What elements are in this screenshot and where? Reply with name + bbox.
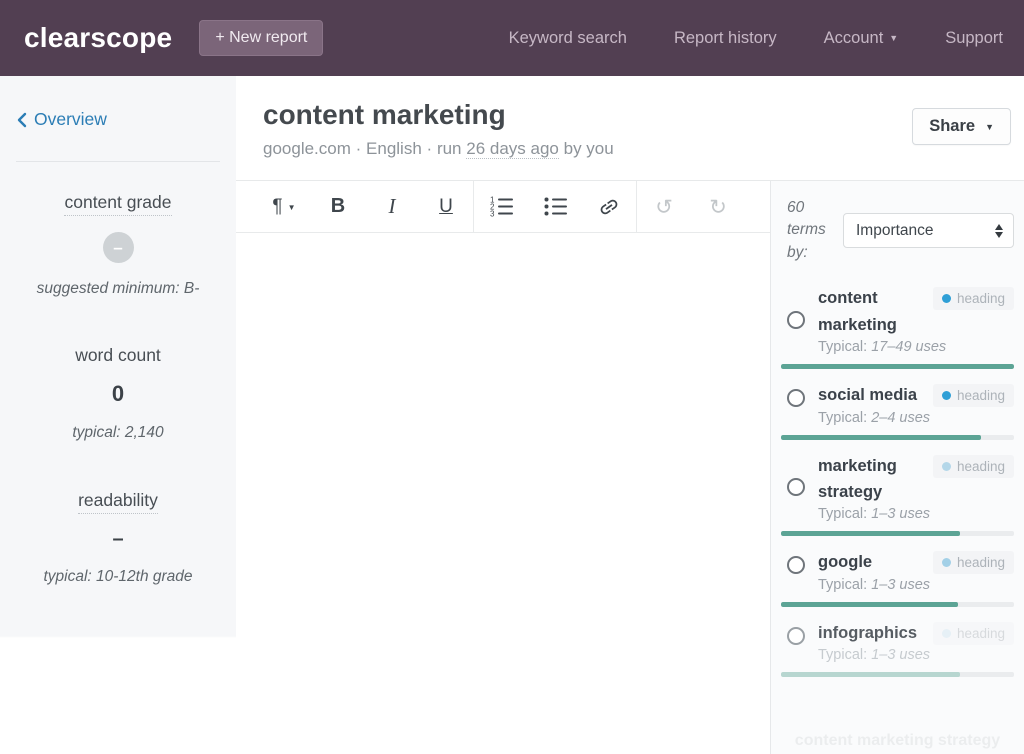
term-radio[interactable] [787,478,805,496]
term-importance-bar [781,435,1014,440]
terms-list: content marketing heading Typical: 17–49… [781,285,1014,677]
link-icon [598,196,620,218]
back-to-overview-link[interactable]: Overview [16,109,107,130]
heading-badge: heading [933,455,1014,478]
term-importance-bar [781,602,1014,607]
terms-panel: 60 terms by: Importance content marketi [770,181,1024,754]
nav-report-history[interactable]: Report history [674,29,777,48]
heading-dot-icon [942,462,951,471]
svg-text:3: 3 [490,210,495,218]
word-count-metric: word count 0 typical: 2,140 [20,345,216,442]
chevron-down-icon: ▼ [889,33,898,43]
content-grade-value: – [103,232,134,263]
paragraph-style-button[interactable]: ¶ ▼ [257,181,311,232]
term-importance-bar [781,672,1014,677]
metrics-list: content grade – suggested minimum: B- wo… [0,192,236,586]
readability-value: – [20,528,216,551]
term-typical: Typical: 2–4 uses [818,410,1014,426]
term-row[interactable]: social media heading Typical: 2–4 uses [781,382,1014,439]
terms-count-label: 60 terms by: [787,197,834,264]
sort-arrows-icon [995,224,1003,238]
content-grade-metric: content grade – suggested minimum: B- [20,192,216,298]
report-language: English [366,139,422,158]
content-grade-label[interactable]: content grade [64,192,171,216]
term-row[interactable]: content marketing heading Typical: 17–49… [781,285,1014,369]
report-domain: google.com [263,139,351,158]
word-count-note: typical: 2,140 [20,424,216,442]
terms-panel-header: 60 terms by: Importance [781,197,1014,264]
heading-dot-icon [942,629,951,638]
term-name: infographics [818,620,927,646]
term-name: social media [818,382,927,408]
term-row[interactable]: marketing strategy heading Typical: 1–3 … [781,453,1014,537]
redo-button[interactable]: ↻ [691,181,745,232]
main-area: content marketing google.com · English ·… [236,76,1024,754]
word-count-label: word count [75,345,161,366]
term-typical: Typical: 1–3 uses [818,577,1014,593]
editor-column: ¶ ▼ B I U 1 2 3 [236,181,770,754]
chevron-down-icon: ▼ [985,122,994,132]
nav-keyword-search[interactable]: Keyword search [509,29,627,48]
share-button[interactable]: Share ▼ [912,108,1011,145]
sidebar-divider [16,161,220,162]
term-name: content marketing [818,285,927,338]
clearscope-logo[interactable]: clearscope [24,22,172,54]
heading-badge: heading [933,287,1014,310]
editor-toolbar: ¶ ▼ B I U 1 2 3 [236,181,770,233]
heading-badge: heading [933,622,1014,645]
term-typical: Typical: 17–49 uses [818,339,1014,355]
readability-metric: readability – typical: 10-12th grade [20,490,216,586]
metrics-sidebar: Overview content grade – suggested minim… [0,76,236,754]
heading-dot-icon [942,294,951,303]
term-typical: Typical: 1–3 uses [818,647,1014,663]
insert-link-button[interactable] [582,181,636,232]
undo-button[interactable]: ↺ [637,181,691,232]
chevron-left-icon [16,112,27,128]
term-row[interactable]: google heading Typical: 1–3 uses [781,549,1014,606]
term-importance-bar [781,531,1014,536]
nav-account-menu[interactable]: Account▼ [824,29,899,48]
readability-label[interactable]: readability [78,490,158,514]
term-radio[interactable] [787,311,805,329]
next-term-faded: content marketing strategy [771,732,1024,750]
document-editor-body[interactable] [236,233,770,754]
report-header: content marketing google.com · English ·… [236,76,1024,181]
report-title: content marketing [263,98,614,132]
content-grade-note: suggested minimum: B- [20,280,216,298]
term-typical: Typical: 1–3 uses [818,506,1014,522]
new-report-button[interactable]: + New report [199,20,323,56]
ordered-list-button[interactable]: 1 2 3 [474,181,528,232]
report-author: by you [564,139,614,158]
term-radio[interactable] [787,627,805,645]
top-navbar: clearscope + New report Keyword search R… [0,0,1024,76]
chevron-down-icon: ▼ [288,203,296,212]
word-count-value: 0 [20,381,216,407]
sort-by-select[interactable]: Importance [843,213,1014,248]
bold-button[interactable]: B [311,181,365,232]
unordered-list-icon [544,196,567,217]
term-name: marketing strategy [818,453,927,506]
term-radio[interactable] [787,389,805,407]
report-meta: google.com · English · run 26 days ago b… [263,139,614,159]
heading-dot-icon [942,558,951,567]
term-radio[interactable] [787,556,805,574]
navbar-links: Keyword search Report history Account▼ S… [509,29,1003,48]
heading-dot-icon [942,391,951,400]
ordered-list-icon: 1 2 3 [490,196,513,217]
heading-badge: heading [933,384,1014,407]
report-run-date-link[interactable]: 26 days ago [466,139,559,159]
italic-button[interactable]: I [365,181,419,232]
nav-support[interactable]: Support [945,29,1003,48]
readability-note: typical: 10-12th grade [20,568,216,586]
heading-badge: heading [933,551,1014,574]
term-name: google [818,549,927,575]
unordered-list-button[interactable] [528,181,582,232]
underline-button[interactable]: U [419,181,473,232]
term-row[interactable]: infographics heading Typical: 1–3 uses [781,620,1014,677]
content-row: ¶ ▼ B I U 1 2 3 [236,181,1024,754]
term-importance-bar [781,364,1014,369]
